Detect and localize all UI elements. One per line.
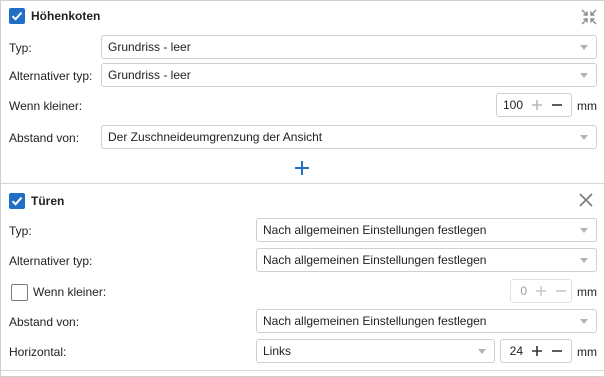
alt-typ-label: Alternativer typ: [9, 254, 93, 268]
checkmark-icon [11, 11, 23, 21]
abstand-label: Abstand von: [9, 131, 80, 145]
chevron-down-icon [580, 135, 588, 140]
chevron-down-icon [580, 228, 588, 233]
collapse-icon[interactable] [580, 8, 598, 26]
minus-icon [556, 290, 566, 292]
wenn-kleiner-toggle[interactable]: Wenn kleiner: [11, 283, 106, 301]
wenn-kleiner-value[interactable]: 0 [511, 284, 531, 298]
horizontal-select[interactable]: Links [256, 339, 495, 363]
alt-typ-value: Grundriss - leer [108, 68, 191, 82]
plus-icon [532, 346, 542, 356]
plus-icon [536, 286, 546, 296]
section-header-hoehenkoten: Höhenkoten [9, 6, 100, 26]
minus-icon [552, 104, 562, 106]
plus-icon [532, 100, 542, 110]
increment-button[interactable] [527, 94, 547, 116]
unit-label: mm [577, 99, 597, 113]
increment-button[interactable] [527, 340, 547, 362]
typ-select[interactable]: Grundriss - leer [101, 35, 597, 59]
decrement-button[interactable] [547, 340, 567, 362]
wenn-kleiner-checkbox[interactable] [11, 283, 28, 301]
chevron-down-icon [580, 73, 588, 78]
section-header-tueren: Türen [9, 191, 64, 211]
chevron-down-icon [478, 349, 486, 354]
horizontal-offset-stepper[interactable]: 24 [500, 339, 572, 363]
wenn-kleiner-value[interactable]: 100 [497, 98, 527, 112]
tueren-checkbox[interactable] [9, 193, 25, 209]
decrement-button[interactable] [547, 94, 567, 116]
unit-label: mm [577, 345, 597, 359]
checkmark-icon [11, 196, 23, 206]
close-icon[interactable] [577, 191, 595, 209]
horizontal-label: Horizontal: [9, 345, 67, 359]
hoehenkoten-checkbox[interactable] [9, 8, 25, 24]
section-title: Türen [31, 194, 65, 208]
settings-panel: Höhenkoten Typ: Grundriss - leer Alterna… [0, 0, 605, 377]
horizontal-offset-value[interactable]: 24 [501, 344, 527, 358]
section-divider [1, 370, 604, 371]
wenn-kleiner-label: Wenn kleiner: [9, 99, 83, 113]
wenn-kleiner-label: Wenn kleiner: [33, 285, 107, 299]
wenn-kleiner-stepper[interactable]: 0 [510, 279, 572, 303]
wenn-kleiner-stepper[interactable]: 100 [496, 93, 572, 117]
chevron-down-icon [580, 45, 588, 50]
abstand-select[interactable]: Der Zuschneideumgrenzung der Ansicht [101, 125, 597, 149]
horizontal-value: Links [263, 344, 292, 358]
plus-icon [295, 161, 309, 175]
abstand-label: Abstand von: [9, 315, 80, 329]
chevron-down-icon [580, 258, 588, 263]
minus-icon [552, 350, 562, 352]
typ-value: Nach allgemeinen Einstellungen festlegen [263, 223, 487, 237]
typ-label: Typ: [9, 224, 32, 238]
section-title: Höhenkoten [31, 9, 101, 23]
chevron-down-icon [580, 319, 588, 324]
abstand-value: Nach allgemeinen Einstellungen festlegen [263, 314, 487, 328]
typ-value: Grundriss - leer [108, 40, 191, 54]
alt-typ-value: Nach allgemeinen Einstellungen festlegen [263, 253, 487, 267]
alt-typ-label: Alternativer typ: [9, 69, 93, 83]
add-rule-button[interactable] [294, 160, 310, 176]
decrement-button[interactable] [551, 280, 571, 302]
typ-label: Typ: [9, 41, 32, 55]
typ-select[interactable]: Nach allgemeinen Einstellungen festlegen [256, 218, 597, 242]
abstand-select[interactable]: Nach allgemeinen Einstellungen festlegen [256, 309, 597, 333]
abstand-value: Der Zuschneideumgrenzung der Ansicht [108, 130, 323, 144]
alt-typ-select[interactable]: Grundriss - leer [101, 63, 597, 87]
increment-button[interactable] [531, 280, 551, 302]
section-divider [1, 183, 604, 184]
unit-label: mm [577, 285, 597, 299]
alt-typ-select[interactable]: Nach allgemeinen Einstellungen festlegen [256, 248, 597, 272]
